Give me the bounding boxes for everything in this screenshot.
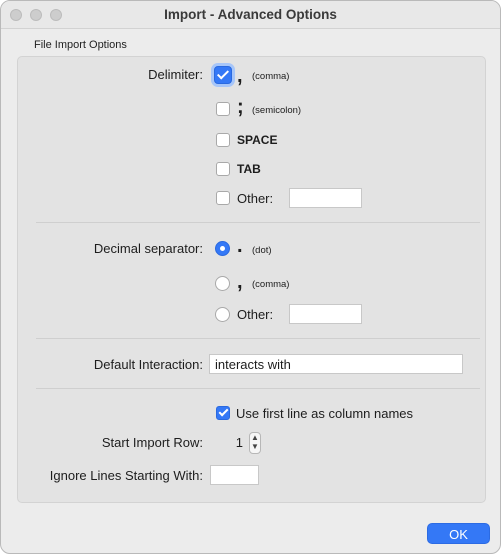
decimal-comma-symbol: , bbox=[237, 271, 243, 293]
delimiter-space-checkbox[interactable] bbox=[216, 133, 230, 147]
decimal-other-label: Other: bbox=[237, 307, 274, 322]
decimal-other-radio[interactable] bbox=[215, 307, 230, 322]
title-bar: Import - Advanced Options bbox=[1, 1, 500, 29]
separator bbox=[36, 222, 480, 223]
import-advanced-options-window: Import - Advanced Options File Import Op… bbox=[0, 0, 501, 554]
delimiter-comma-symbol: , bbox=[237, 65, 243, 87]
default-interaction-label: Default Interaction: bbox=[93, 357, 203, 372]
delimiter-other-input[interactable] bbox=[289, 188, 362, 208]
delimiter-comma-text: (comma) bbox=[252, 71, 290, 82]
decimal-comma-radio[interactable] bbox=[215, 276, 230, 291]
start-import-row-stepper[interactable]: ▲ ▼ bbox=[249, 432, 261, 454]
decimal-comma-text: (comma) bbox=[252, 279, 290, 290]
delimiter-space-label: SPACE bbox=[237, 133, 278, 147]
separator bbox=[36, 338, 480, 339]
delimiter-semicolon-symbol: ; bbox=[237, 96, 244, 118]
delimiter-semicolon-text: (semicolon) bbox=[252, 105, 302, 116]
ignore-lines-input[interactable] bbox=[210, 465, 259, 485]
checkmark-icon bbox=[218, 406, 229, 417]
decimal-separator-label: Decimal separator: bbox=[93, 241, 203, 256]
delimiter-semicolon-checkbox[interactable] bbox=[216, 102, 230, 116]
first-line-column-names-label: Use first line as column names bbox=[236, 406, 414, 421]
checkmark-icon bbox=[216, 67, 230, 80]
decimal-dot-radio[interactable] bbox=[215, 241, 230, 256]
start-import-row-label: Start Import Row: bbox=[101, 435, 203, 450]
delimiter-tab-checkbox[interactable] bbox=[216, 162, 230, 176]
chevron-down-icon[interactable]: ▼ bbox=[250, 442, 260, 451]
delimiter-comma-checkbox[interactable] bbox=[214, 66, 232, 84]
delimiter-label: Delimiter: bbox=[148, 67, 203, 82]
delimiter-other-label: Other: bbox=[237, 191, 274, 206]
ok-button[interactable]: OK bbox=[427, 523, 490, 544]
default-interaction-input[interactable] bbox=[209, 354, 463, 374]
window-title: Import - Advanced Options bbox=[164, 7, 337, 22]
delimiter-other-checkbox[interactable] bbox=[216, 191, 230, 205]
decimal-dot-text: (dot) bbox=[252, 245, 272, 256]
separator bbox=[36, 388, 480, 389]
chevron-up-icon[interactable]: ▲ bbox=[250, 433, 260, 442]
delimiter-tab-label: TAB bbox=[237, 162, 261, 176]
file-import-options-label: File Import Options bbox=[34, 39, 127, 51]
first-line-column-names-checkbox[interactable] bbox=[216, 406, 230, 420]
decimal-other-input[interactable] bbox=[289, 304, 362, 324]
decimal-dot-symbol: . bbox=[237, 235, 243, 257]
ignore-lines-label: Ignore Lines Starting With: bbox=[49, 468, 203, 483]
start-import-row-value[interactable]: 1 bbox=[223, 435, 243, 450]
